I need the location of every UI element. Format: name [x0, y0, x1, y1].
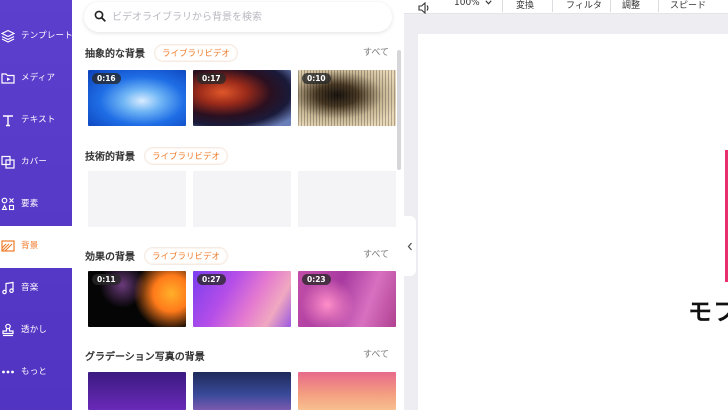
- sidebar-item-label: 背景: [21, 241, 39, 251]
- sidebar-item-elements[interactable]: 要素: [0, 184, 72, 226]
- duration-badge: 0:16: [92, 73, 121, 84]
- sidebar-item-label: 音楽: [21, 283, 39, 293]
- video-thumb-loading[interactable]: [193, 171, 291, 227]
- sidebar-item-label: カバー: [21, 157, 48, 167]
- video-thumb[interactable]: 0:23: [298, 271, 396, 327]
- video-canvas[interactable]: [418, 34, 728, 410]
- sidebar-item-label: テンプレート: [21, 31, 73, 41]
- duration-badge: 0:17: [197, 73, 226, 84]
- image-thumb[interactable]: [88, 372, 186, 410]
- image-thumb[interactable]: [298, 372, 396, 410]
- sidebar-item-text[interactable]: テキスト: [0, 100, 72, 142]
- watermark-icon: [0, 322, 16, 338]
- sidebar-item-watermark[interactable]: 透かし: [0, 310, 72, 352]
- background-icon: [0, 238, 16, 254]
- app-root: テンプレート メディア テキスト カバー 要素 背景 音楽 透かし もっと ビデ…: [0, 0, 728, 410]
- see-all-abstract-link[interactable]: すべて: [363, 45, 389, 58]
- sidebar-item-music[interactable]: 音楽: [0, 268, 72, 310]
- video-thumb[interactable]: 0:10: [298, 70, 396, 126]
- section-title-abstract: 抽象的な背景: [85, 49, 145, 60]
- sidebar-item-more[interactable]: もっと: [0, 352, 72, 394]
- video-thumb[interactable]: 0:17: [193, 70, 291, 126]
- duration-badge: 0:27: [197, 274, 226, 285]
- sidebar-item-cover[interactable]: カバー: [0, 142, 72, 184]
- toolbar-divider: [552, 0, 553, 12]
- media-folder-icon: [0, 70, 16, 86]
- sidebar-item-background[interactable]: 背景: [0, 226, 72, 268]
- text-icon: [0, 112, 16, 128]
- video-thumb[interactable]: 0:16: [88, 70, 186, 126]
- elements-icon: [0, 196, 16, 212]
- section-title-technical: 技術的背景: [85, 152, 135, 163]
- see-all-gradient-link[interactable]: すべて: [363, 347, 389, 360]
- background-panel: 抽象的な背景 ライブラリビデオ すべて 0:16 0:17 0:10 技術的背景…: [72, 0, 404, 410]
- video-thumb[interactable]: 0:27: [193, 271, 291, 327]
- toolbar-divider: [502, 0, 503, 12]
- cover-icon: [0, 154, 16, 170]
- transform-button[interactable]: 変換: [516, 0, 534, 11]
- filter-button[interactable]: フィルタ: [566, 0, 602, 11]
- library-video-badge: ライブラリビデオ: [144, 147, 229, 165]
- image-thumb[interactable]: [193, 372, 291, 410]
- adjust-button[interactable]: 調整: [622, 0, 640, 11]
- layers-icon: [0, 28, 16, 44]
- zoom-value: 100%: [454, 0, 480, 8]
- library-video-badge: ライブラリビデオ: [144, 247, 229, 265]
- sidebar-item-media[interactable]: メディア: [0, 58, 72, 100]
- music-icon: [0, 280, 16, 296]
- chevron-left-icon: [407, 242, 412, 250]
- more-icon: [0, 364, 16, 380]
- section-title-gradient: グラデーション写真の背景: [85, 352, 205, 363]
- duration-badge: 0:23: [302, 274, 331, 285]
- section-title-effects: 効果の背景: [85, 252, 135, 263]
- zoom-select[interactable]: 100%: [454, 0, 492, 8]
- library-video-badge: ライブラリビデオ: [154, 44, 239, 62]
- sidebar-item-label: もっと: [21, 367, 48, 377]
- panel-scrollbar[interactable]: [397, 50, 401, 170]
- search-icon: [94, 10, 106, 22]
- video-thumb-loading[interactable]: [88, 171, 186, 227]
- search-box: [84, 2, 392, 32]
- see-all-effects-link[interactable]: すべて: [363, 247, 389, 260]
- sidebar-item-label: 要素: [21, 199, 39, 209]
- editor-toolbar: 100% 変換 フィルタ 調整 スピード: [404, 0, 728, 15]
- video-thumb-loading[interactable]: [298, 171, 396, 227]
- sidebar-item-templates[interactable]: テンプレート: [0, 16, 73, 58]
- sidebar-item-label: 透かし: [21, 325, 48, 335]
- collapse-panel-button[interactable]: [404, 216, 416, 276]
- speed-button[interactable]: スピード: [670, 0, 706, 11]
- left-sidebar: テンプレート メディア テキスト カバー 要素 背景 音楽 透かし もっと: [0, 0, 73, 410]
- video-thumb[interactable]: 0:11: [88, 271, 186, 327]
- duration-badge: 0:11: [92, 274, 121, 285]
- speaker-icon[interactable]: [418, 0, 431, 18]
- sidebar-item-label: テキスト: [21, 115, 56, 125]
- toolbar-divider: [610, 0, 611, 12]
- toolbar-divider: [658, 0, 659, 12]
- canvas-text[interactable]: モフ: [688, 292, 728, 327]
- duration-badge: 0:10: [302, 73, 331, 84]
- chevron-down-icon: [485, 0, 492, 5]
- search-input[interactable]: [112, 8, 382, 26]
- sidebar-item-label: メディア: [21, 73, 56, 83]
